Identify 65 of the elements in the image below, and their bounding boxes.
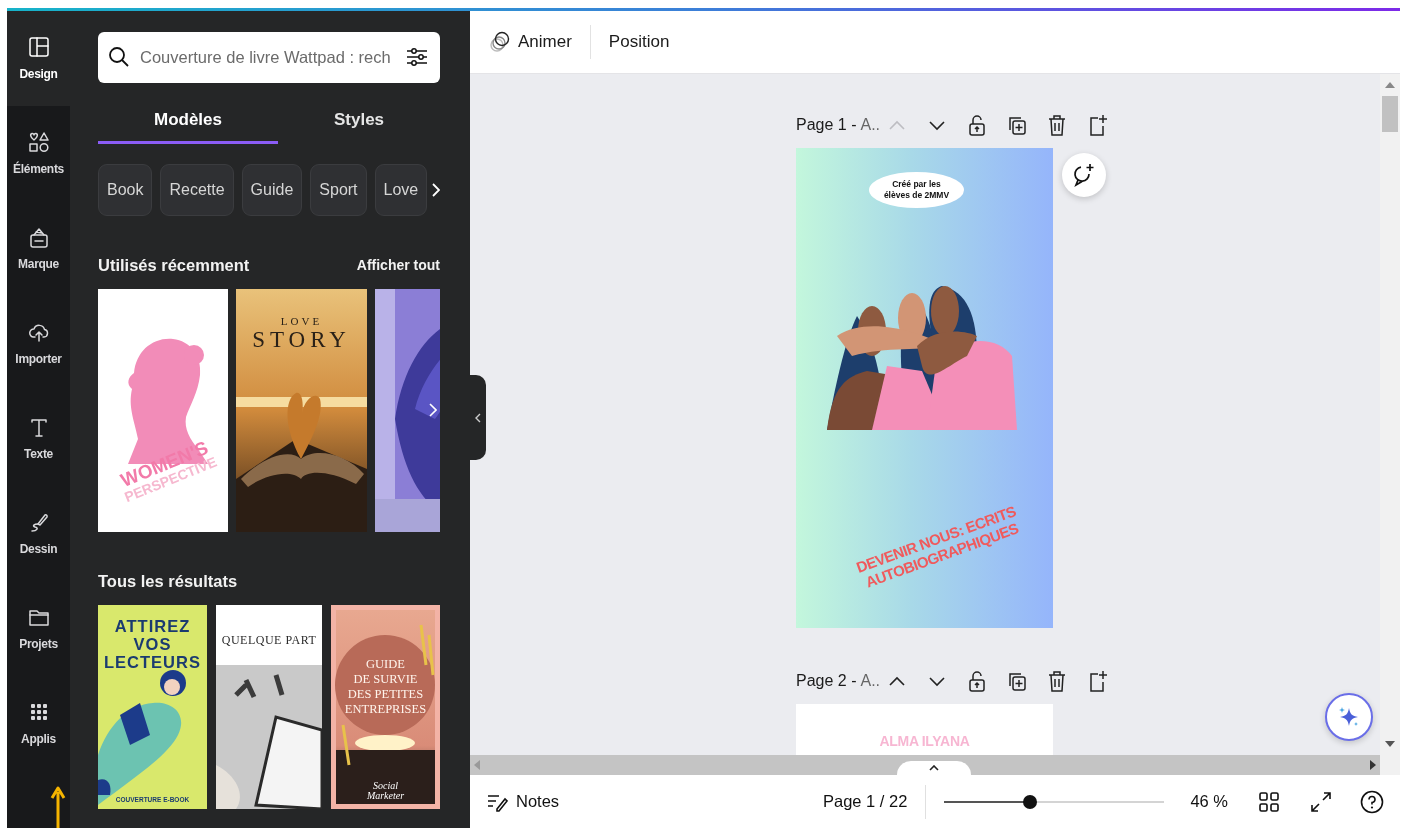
filter-chip[interactable]: Guide xyxy=(241,164,303,216)
cover-title: DES PETITES xyxy=(346,687,425,702)
magic-button[interactable] xyxy=(1325,693,1373,741)
cover-title: STORY xyxy=(251,327,352,353)
cover-headline: ALMA ILYANA xyxy=(879,733,970,750)
section-title: Tous les résultats xyxy=(98,571,238,591)
page-title: Page 1 - xyxy=(796,116,857,133)
cover-title: GUIDE xyxy=(365,657,406,672)
scrollbar-corner xyxy=(1380,755,1400,775)
cover-title: ATTIREZ xyxy=(113,617,192,636)
fullscreen-icon[interactable] xyxy=(1310,790,1332,813)
zoom-percentage[interactable]: 46 % xyxy=(1190,792,1228,811)
cover-title: LECTEURS xyxy=(103,653,202,672)
comment-add-icon xyxy=(1072,163,1096,187)
filter-icon[interactable] xyxy=(406,46,428,68)
filter-chip[interactable]: Recette xyxy=(160,164,234,216)
scroll-down-icon[interactable] xyxy=(1385,741,1395,747)
scroll-up-icon[interactable] xyxy=(1385,82,1395,88)
filter-chip[interactable]: Book xyxy=(98,164,153,216)
filter-chip[interactable]: Love xyxy=(374,164,428,216)
scrollbar[interactable] xyxy=(1380,74,1400,755)
lock-icon[interactable] xyxy=(966,670,988,692)
notes-button[interactable]: Notes xyxy=(482,786,564,817)
add-comment-button[interactable] xyxy=(1062,153,1106,197)
expand-tab[interactable] xyxy=(897,761,971,775)
caret-icon xyxy=(929,765,939,771)
cover-title: ENTREPRISES xyxy=(343,702,428,717)
duplicate-icon[interactable] xyxy=(1006,670,1028,692)
cover-title: LOVE xyxy=(279,315,324,327)
toolbar-button[interactable]: Position xyxy=(604,28,674,56)
chevron-right-icon[interactable] xyxy=(432,183,440,197)
help-icon[interactable] xyxy=(1360,789,1384,814)
filter-chip[interactable]: Sport xyxy=(310,164,367,216)
duplicate-icon[interactable] xyxy=(1006,114,1028,136)
scrollbar[interactable] xyxy=(470,755,1380,775)
collapse-handle[interactable] xyxy=(470,375,486,460)
toolbar-button[interactable]: Animer xyxy=(484,26,576,58)
section-title: Utilisés récemment xyxy=(98,255,250,275)
trash-icon[interactable] xyxy=(1046,114,1068,136)
cover-title: VOS xyxy=(132,635,173,654)
scroll-thumb[interactable] xyxy=(1382,96,1398,132)
cover-title: QUELQUE PART xyxy=(220,633,318,648)
grid-view-icon[interactable] xyxy=(1258,790,1280,813)
chevron-left-icon xyxy=(475,412,481,423)
trash-icon[interactable] xyxy=(1046,670,1068,692)
page-title: Page 2 - xyxy=(796,672,857,689)
tab[interactable]: Modèles xyxy=(98,99,278,144)
annotation-arrow xyxy=(50,786,66,828)
caption-bubble: Créé par les élèves de 2MMV xyxy=(869,172,964,208)
page-name[interactable]: A.. xyxy=(860,116,881,133)
rail-item[interactable]: Design xyxy=(7,11,70,106)
page-counter[interactable]: Page 1 / 22 xyxy=(823,792,908,811)
animate-icon xyxy=(488,30,512,54)
brand-kit-icon xyxy=(27,226,50,248)
page-name[interactable]: A.. xyxy=(860,672,881,689)
tab[interactable]: Styles xyxy=(278,99,440,144)
show-all-link[interactable]: Afficher tout xyxy=(356,257,440,273)
layout-icon xyxy=(27,36,50,58)
slider-thumb[interactable] xyxy=(1023,794,1038,809)
scroll-right-icon[interactable] xyxy=(1370,760,1376,770)
cover-title: DE SURVIE xyxy=(352,672,419,687)
lock-icon[interactable] xyxy=(966,114,988,136)
shapes-icon xyxy=(27,131,50,153)
search-field[interactable]: Couverture de livre Wattpad : rech xyxy=(98,32,440,83)
cover-caption: Social Marketer xyxy=(365,781,406,801)
